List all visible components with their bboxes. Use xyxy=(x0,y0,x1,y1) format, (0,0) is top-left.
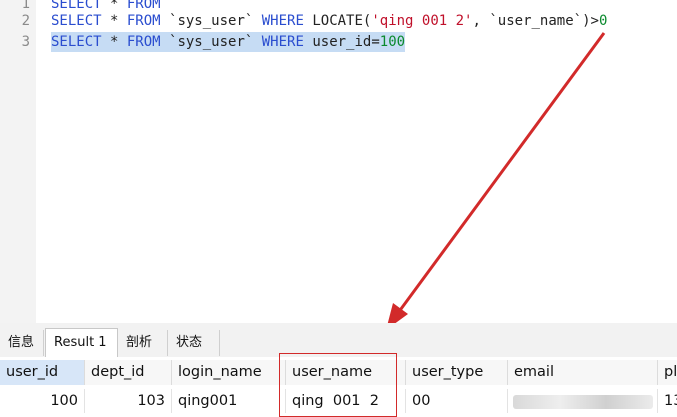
column-header-login-name[interactable]: login_name xyxy=(172,360,286,385)
tab-profile[interactable]: 剖析 xyxy=(118,330,168,356)
column-header-phone[interactable]: pl xyxy=(658,360,677,385)
column-header-user-type[interactable]: user_type xyxy=(406,360,508,385)
column-header-email[interactable]: email xyxy=(508,360,658,385)
annotation-highlight-box xyxy=(279,353,397,417)
tab-info[interactable]: 信息 xyxy=(0,330,44,356)
cell-user-id[interactable]: 100 xyxy=(0,389,85,413)
cell-phone[interactable]: 13 xyxy=(658,389,677,413)
column-header-user-id[interactable]: user_id xyxy=(0,360,85,385)
tab-status[interactable]: 状态 xyxy=(168,330,220,356)
cell-login-name[interactable]: qing001 xyxy=(172,389,286,413)
column-header-dept-id[interactable]: dept_id xyxy=(85,360,172,385)
cell-dept-id[interactable]: 103 xyxy=(85,389,172,413)
redacted-email-blur xyxy=(513,395,653,409)
tab-result-1[interactable]: Result 1 xyxy=(45,328,118,357)
arrow-shaft xyxy=(396,32,606,314)
cell-user-type[interactable]: 00 xyxy=(406,389,508,413)
